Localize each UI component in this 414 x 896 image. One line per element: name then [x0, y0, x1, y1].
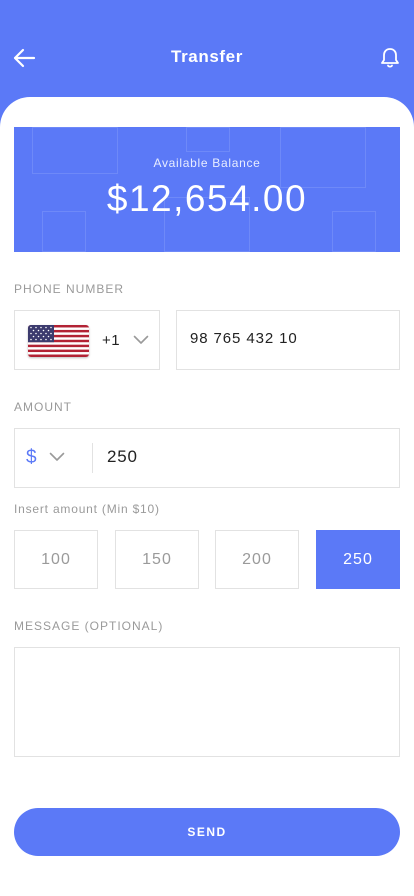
chevron-down-icon [49, 452, 65, 461]
message-section-label: MESSAGE (OPTIONAL) [14, 619, 164, 633]
country-code-select[interactable]: +1 [14, 310, 160, 370]
us-flag-icon [28, 325, 89, 357]
message-input[interactable] [15, 648, 399, 756]
message-field[interactable] [14, 647, 400, 757]
amount-hint: Insert amount (Min $10) [14, 502, 160, 516]
preset-100-button[interactable]: 100 [14, 530, 98, 589]
preset-150-button[interactable]: 150 [115, 530, 199, 589]
currency-select[interactable]: $ [15, 429, 93, 487]
preset-250-button[interactable]: 250 [316, 530, 400, 589]
divider [92, 443, 93, 473]
send-button[interactable]: SEND [14, 808, 400, 856]
amount-section-label: AMOUNT [14, 400, 72, 414]
phone-number-field[interactable] [176, 310, 400, 370]
dial-code: +1 [102, 332, 121, 349]
phone-section-label: PHONE NUMBER [14, 282, 125, 296]
balance-label: Available Balance [153, 156, 261, 170]
amount-field: $ [14, 428, 400, 488]
currency-symbol: $ [26, 447, 37, 468]
card-pattern [186, 127, 230, 152]
page-title: Transfer [171, 47, 243, 66]
balance-amount: $12,654.00 [106, 178, 308, 219]
chevron-down-icon [133, 335, 149, 344]
preset-200-button[interactable]: 200 [215, 530, 299, 589]
phone-number-input[interactable] [190, 330, 390, 347]
notifications-button[interactable] [376, 44, 404, 72]
amount-input[interactable] [107, 447, 387, 467]
bell-icon [381, 48, 399, 68]
